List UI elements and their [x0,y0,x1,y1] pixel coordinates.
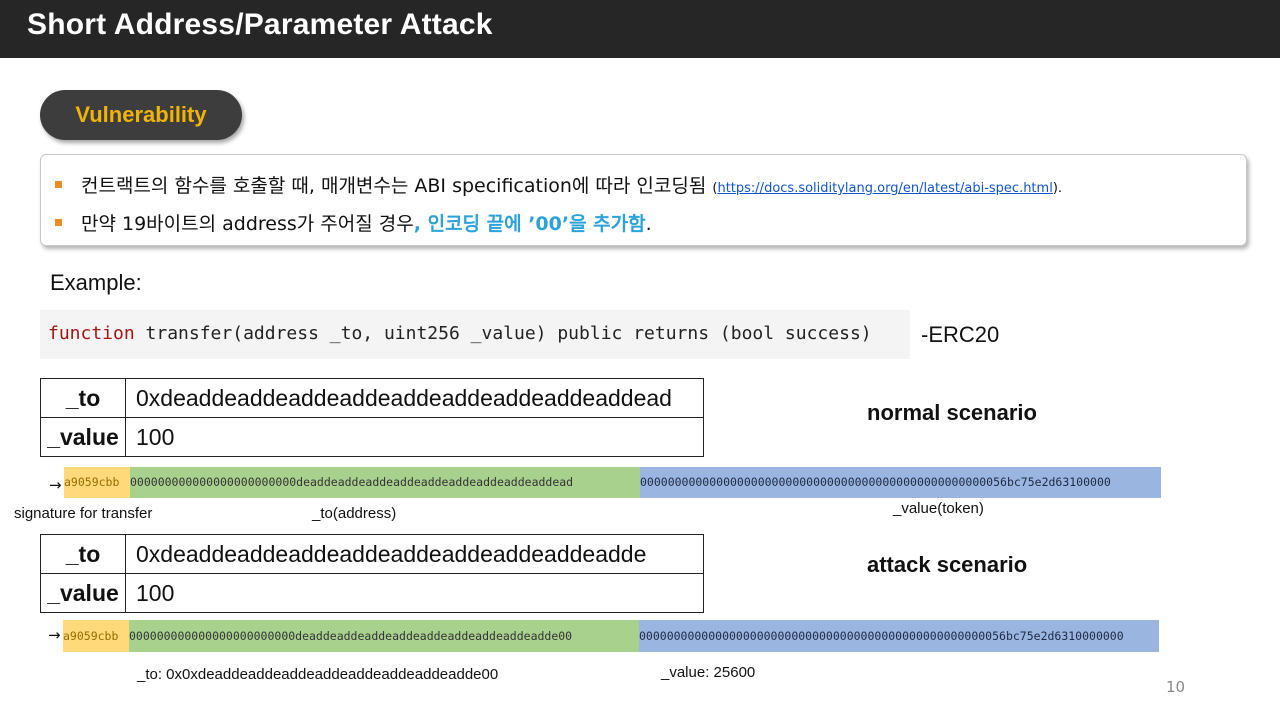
page-number: 10 [1166,678,1186,696]
erc20-note: -ERC20 [921,322,1000,347]
table-row: _value 100 [40,417,704,457]
param-key: _to [40,534,126,574]
vulnerability-label: Vulnerability [75,102,207,127]
bullet1-link-close: ). [1052,181,1063,196]
title-bar: Short Address/Parameter Attack [0,0,1280,58]
abi-spec-link[interactable]: https://docs.soliditylang.org/en/latest/… [717,181,1052,196]
vulnerability-badge: Vulnerability [40,90,242,140]
attack-encoded-calldata: a9059cbb 000000000000000000000000deaddea… [63,620,1159,652]
bullet2-text: 만약 19바이트의 address가 주어질 경우 [81,213,414,235]
param-key: _to [40,378,126,418]
param-value: 0xdeaddeaddeaddeaddeaddeaddeaddeaddeadde… [125,378,704,418]
caption-value-token: _value(token) [893,500,984,517]
param-value: 100 [125,573,704,613]
table-row: _to 0xdeaddeaddeaddeaddeaddeaddeaddeadde… [40,378,704,418]
vulnerability-description-box: 컨트랙트의 함수를 호출할 때, 매개변수는 ABI specification… [40,154,1247,246]
example-label: Example: [50,270,142,295]
encoded-value: 0000000000000000000000000000000000000000… [639,620,1159,652]
arrow-right-icon: → [48,626,61,644]
arrow-right-icon: → [49,476,62,494]
param-key: _value [40,417,126,457]
normal-encoded-calldata: a9059cbb 000000000000000000000000deaddea… [64,467,1161,498]
normal-params-table: _to 0xdeaddeaddeaddeaddeaddeaddeaddeadde… [40,378,704,457]
attack-params-table: _to 0xdeaddeaddeaddeaddeaddeaddeaddeadde… [40,534,704,613]
code-keyword: function [48,323,135,344]
caption-attack-value: _value: 25600 [661,664,756,681]
code-line: function transfer(address _to, uint256 _… [48,323,872,344]
encoded-value: 0000000000000000000000000000000000000000… [640,467,1161,498]
caption-attack-to: _to: 0x0xdeaddeaddeaddeaddeaddeaddeaddea… [137,666,499,683]
param-key: _value [40,573,126,613]
code-signature: transfer(address _to, uint256 _value) pu… [134,323,872,344]
param-value: 0xdeaddeaddeaddeaddeaddeaddeaddeaddeadde [125,534,704,574]
table-row: _value 100 [40,573,704,613]
bullet2-highlight: , 인코딩 끝에 ’00’을 추가함 [413,213,646,235]
attack-scenario-label: attack scenario [867,552,1028,577]
bullet-abi-encoding: 컨트랙트의 함수를 호출할 때, 매개변수는 ABI specification… [81,171,1062,198]
encoded-to: 000000000000000000000000deaddeaddeaddead… [130,467,640,498]
bullet1-text: 컨트랙트의 함수를 호출할 때, 매개변수는 ABI specification… [81,175,713,197]
table-row: _to 0xdeaddeaddeaddeaddeaddeaddeaddeadde… [40,534,704,574]
encoded-to: 000000000000000000000000deaddeaddeaddead… [129,620,639,652]
caption-signature: signature for transfer [14,505,153,522]
bullet-square-icon [55,219,62,226]
caption-to-address: _to(address) [312,505,397,522]
slide-title: Short Address/Parameter Attack [27,8,493,41]
bullet-19-byte-address: 만약 19바이트의 address가 주어질 경우, 인코딩 끝에 ’00’을 … [81,209,652,236]
param-value: 100 [125,417,704,457]
bullet-square-icon [55,181,62,188]
code-snippet: function transfer(address _to, uint256 _… [40,310,910,359]
encoded-signature: a9059cbb [64,467,130,498]
bullet2-end: . [645,213,652,235]
normal-scenario-label: normal scenario [867,400,1037,425]
encoded-signature: a9059cbb [63,620,129,652]
